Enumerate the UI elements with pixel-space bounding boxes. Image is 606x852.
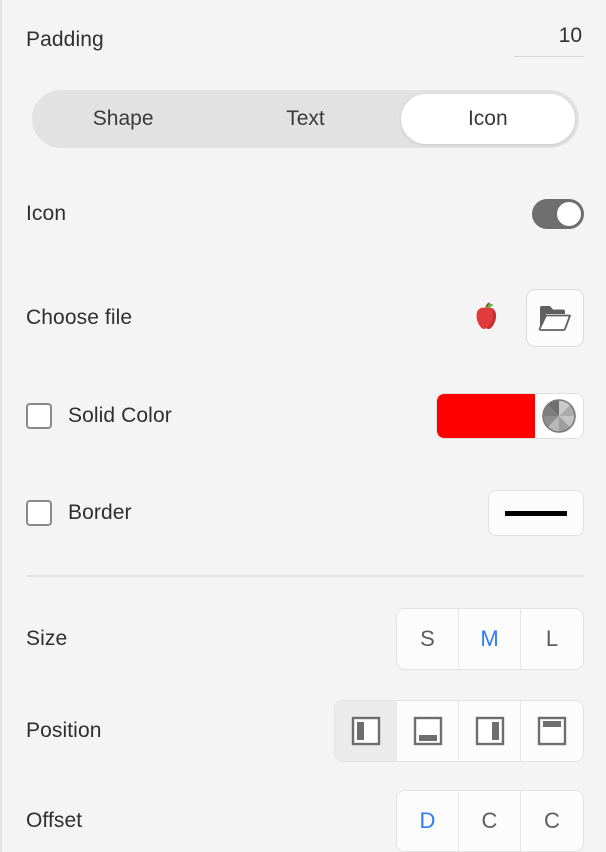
size-option-small[interactable]: S	[397, 609, 459, 669]
position-row: Position	[2, 700, 606, 762]
color-wheel-container	[535, 397, 583, 435]
position-option-left[interactable]	[335, 701, 397, 761]
border-line-icon	[505, 510, 567, 516]
offset-option-c2[interactable]: C	[521, 791, 583, 851]
folder-open-icon	[538, 306, 571, 331]
offset-segmented-control: D C C	[396, 790, 584, 852]
tab-text[interactable]: Text	[218, 94, 392, 144]
position-right-icon	[475, 716, 504, 746]
border-label: Border	[68, 501, 132, 524]
section-divider	[26, 575, 584, 577]
solid-color-label: Solid Color	[68, 404, 172, 427]
position-segmented-control	[334, 700, 584, 762]
size-option-medium[interactable]: M	[459, 609, 521, 669]
icon-toggle-label: Icon	[26, 202, 67, 225]
padding-row: Padding	[2, 16, 606, 64]
size-row: Size S M L	[2, 608, 606, 670]
choose-file-label: Choose file	[26, 306, 133, 329]
icon-enable-toggle[interactable]	[532, 199, 584, 229]
solid-color-picker[interactable]	[436, 393, 584, 439]
position-option-top[interactable]	[521, 701, 583, 761]
position-top-icon	[537, 716, 567, 746]
offset-option-d[interactable]: D	[397, 791, 459, 851]
color-wheel-icon	[542, 399, 576, 433]
section-tabs: Shape Text Icon	[32, 90, 579, 148]
position-bottom-icon	[413, 716, 442, 746]
padding-input[interactable]	[514, 23, 584, 57]
solid-color-row: Solid Color	[2, 390, 606, 442]
position-option-bottom[interactable]	[397, 701, 459, 761]
offset-row: Offset D C C	[2, 790, 606, 852]
border-style-button[interactable]	[488, 490, 584, 536]
tab-icon[interactable]: Icon	[400, 94, 575, 144]
position-label: Position	[26, 719, 102, 742]
position-option-right[interactable]	[459, 701, 521, 761]
size-option-large[interactable]: L	[521, 609, 583, 669]
border-checkbox[interactable]	[26, 500, 52, 526]
icon-toggle-row: Icon	[2, 190, 606, 238]
position-left-icon	[351, 716, 380, 746]
offset-label: Offset	[26, 809, 83, 832]
toggle-knob	[557, 202, 581, 226]
size-label: Size	[26, 627, 68, 650]
offset-option-c1[interactable]: C	[459, 791, 521, 851]
padding-label: Padding	[26, 28, 104, 51]
size-segmented-control: S M L	[396, 608, 584, 670]
border-row: Border	[2, 487, 606, 539]
choose-file-button[interactable]	[526, 289, 584, 347]
apple-icon	[466, 295, 506, 342]
color-swatch[interactable]	[437, 394, 535, 438]
solid-color-checkbox[interactable]	[26, 403, 52, 429]
choose-file-row: Choose file	[2, 287, 606, 349]
icon-settings-panel: Padding Shape Text Icon Icon Choose file	[0, 0, 606, 852]
tab-shape[interactable]: Shape	[36, 94, 210, 144]
